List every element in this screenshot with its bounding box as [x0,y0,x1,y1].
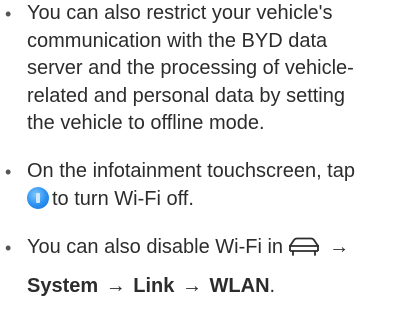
arrow-glyph: → [329,236,350,258]
text-line: the vehicle to offline mode. [27,112,265,134]
text-line: related and personal data by setting [27,84,345,107]
car-settings-icon [289,237,320,256]
wifi-toggle-icon [27,186,49,209]
arrow-glyph: → [105,275,126,297]
text-line: You can also disable Wi-Fi in → [27,228,397,267]
bullet-dot: • [5,238,12,258]
text-suffix: to turn Wi-Fi off. [52,187,194,210]
text-line: System → Link → WLAN. [27,267,397,306]
bullet-text: On the infotainment touchscreen, tap to … [27,158,397,213]
text-line: On the infotainment touchscreen, tap [27,160,355,182]
period: . [269,275,276,297]
path-link: Link [133,275,175,297]
arrow-glyph: → [181,275,202,297]
bullet-dot: • [5,162,12,182]
text-line: to turn Wi-Fi off. [27,186,397,214]
path-system: System [27,275,99,297]
text-line: You can also restrict your vehicle's [27,2,333,24]
text-line: communication with the BYD data [27,29,328,52]
text-line: server and the processing of vehicle- [27,57,354,79]
text-prefix: You can also disable Wi-Fi in [27,236,284,258]
bullet-dot: • [5,4,12,24]
path-wlan: WLAN [209,275,270,297]
bullet-text: You can also disable Wi-Fi in → System →… [27,228,397,306]
document-page: • You can also restrict your vehicle's c… [0,0,401,312]
bullet-text: You can also restrict your vehicle's com… [27,0,397,138]
